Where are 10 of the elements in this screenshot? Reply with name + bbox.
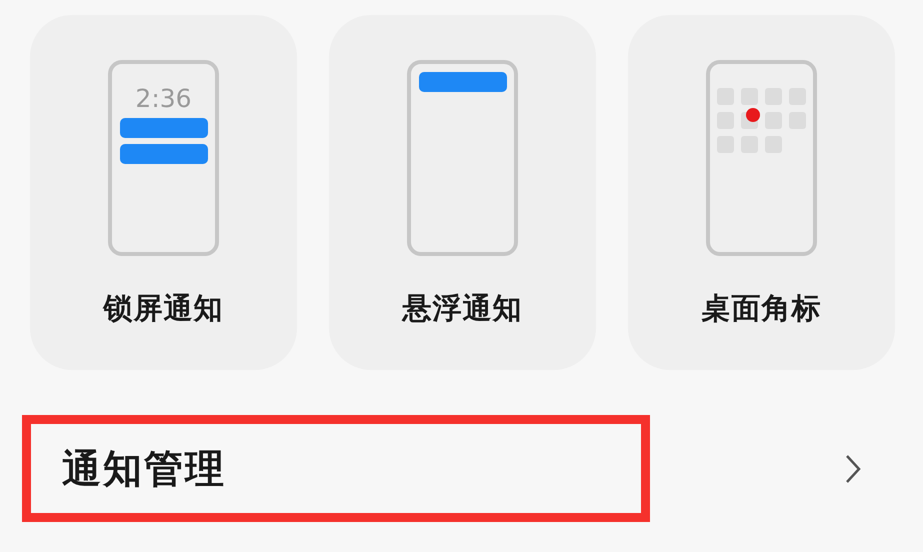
row-title: 通知管理 (62, 446, 226, 494)
notification-style-card[interactable]: 2:36 锁屏通知 (30, 15, 297, 370)
card-label: 桌面角标 (702, 290, 822, 327)
clock-time: 2:36 (135, 84, 192, 114)
chevron-right-icon (845, 454, 861, 484)
card-label: 悬浮通知 (402, 290, 522, 327)
settings-row[interactable]: 通知管理 (0, 415, 923, 522)
notification-style-card[interactable]: 桌面角标 (628, 15, 895, 370)
notification-style-card[interactable]: 悬浮通知 (329, 15, 596, 370)
card-label: 锁屏通知 (104, 290, 224, 327)
